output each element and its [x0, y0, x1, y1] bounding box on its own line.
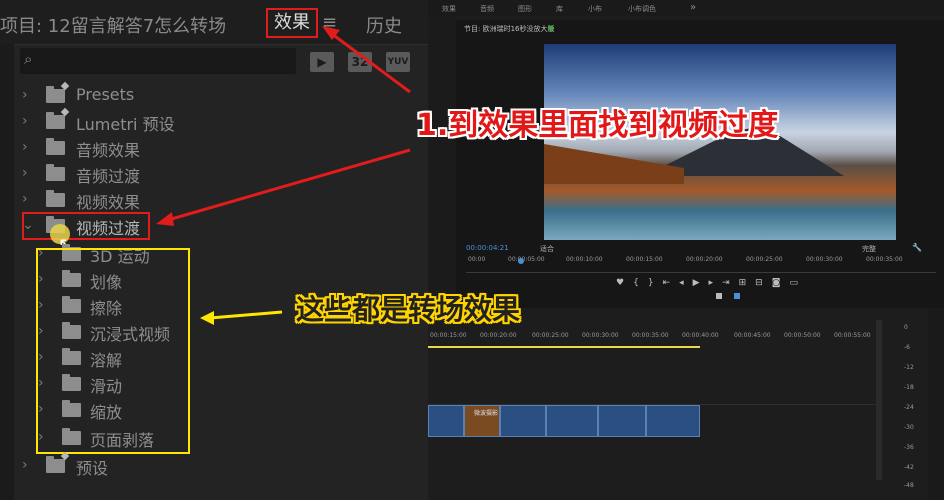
- arrowhead: [200, 311, 214, 325]
- arrow-to-video-transitions: [167, 148, 411, 222]
- arrow-to-effects-tab: [331, 32, 411, 94]
- step1-annotation: 1.到效果里面找到视频过度: [416, 108, 779, 143]
- transitions-annotation: 这些都是转场效果: [296, 293, 521, 326]
- annotation-arrows: [156, 26, 411, 325]
- arrowhead: [156, 212, 174, 226]
- arrow-to-transitions: [209, 310, 283, 320]
